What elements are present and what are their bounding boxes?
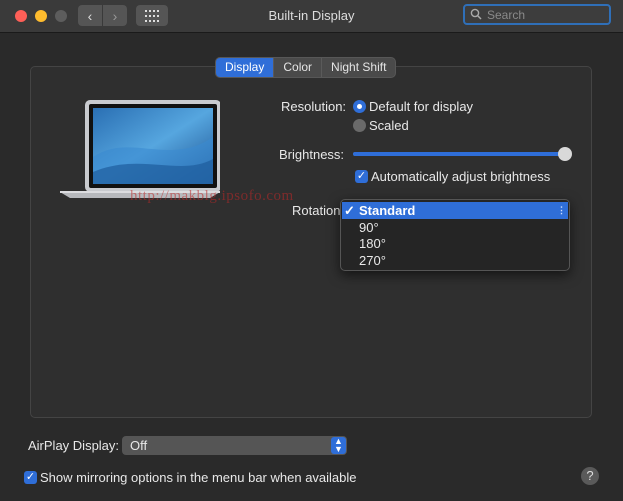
resolution-default-label[interactable]: Default for display [369,99,473,114]
auto-brightness-label[interactable]: Automatically adjust brightness [371,169,550,184]
airplay-label: AirPlay Display: [28,438,120,453]
rotation-dropdown-menu: ✓ Standard ⋮ 90° 180° 270° [340,199,570,271]
resolution-scaled-label[interactable]: Scaled [369,118,409,133]
auto-brightness-checkbox[interactable]: ✓ [355,170,368,183]
search-icon [470,8,482,20]
rotation-option-180[interactable]: 180° [342,235,568,252]
watermark: http://makblg.ipsofo.com [130,188,294,204]
mirroring-label[interactable]: Show mirroring options in the menu bar w… [40,470,357,485]
resolution-label: Resolution: [281,99,347,114]
rotation-option-270[interactable]: 270° [342,252,568,269]
tab-color[interactable]: Color [273,58,321,77]
brightness-label: Brightness: [279,147,345,162]
brightness-slider-knob[interactable] [557,147,572,161]
stepper-arrows-icon: ⋮ [557,205,566,215]
brightness-slider[interactable] [353,152,567,156]
search-field[interactable]: Search [463,4,611,25]
airplay-value: Off [130,438,148,453]
title-bar: ‹ › Built-in Display Search [0,0,623,33]
help-button[interactable]: ? [581,467,599,485]
rotation-label: Rotation [292,203,341,218]
display-preferences-window: ‹ › Built-in Display Search Display Colo… [0,0,623,501]
brightness-slider-fill [353,152,565,156]
chevron-updown-icon: ▲ ▼ [331,437,346,454]
search-placeholder: Search [487,8,526,22]
resolution-default-radio[interactable] [353,100,366,113]
checkmark-icon: ✓ [344,203,355,218]
tab-display[interactable]: Display [216,58,274,77]
airplay-select[interactable]: Off ▲ ▼ [122,436,347,455]
rotation-option-standard[interactable]: ✓ Standard ⋮ [342,202,568,219]
resolution-scaled-radio[interactable] [353,119,366,132]
mirroring-checkbox[interactable]: ✓ [24,471,37,484]
tab-night-shift[interactable]: Night Shift [321,58,395,77]
tab-bar: Display Color Night Shift [215,57,397,78]
question-mark-icon: ? [586,468,594,483]
rotation-option-90[interactable]: 90° [342,219,568,236]
